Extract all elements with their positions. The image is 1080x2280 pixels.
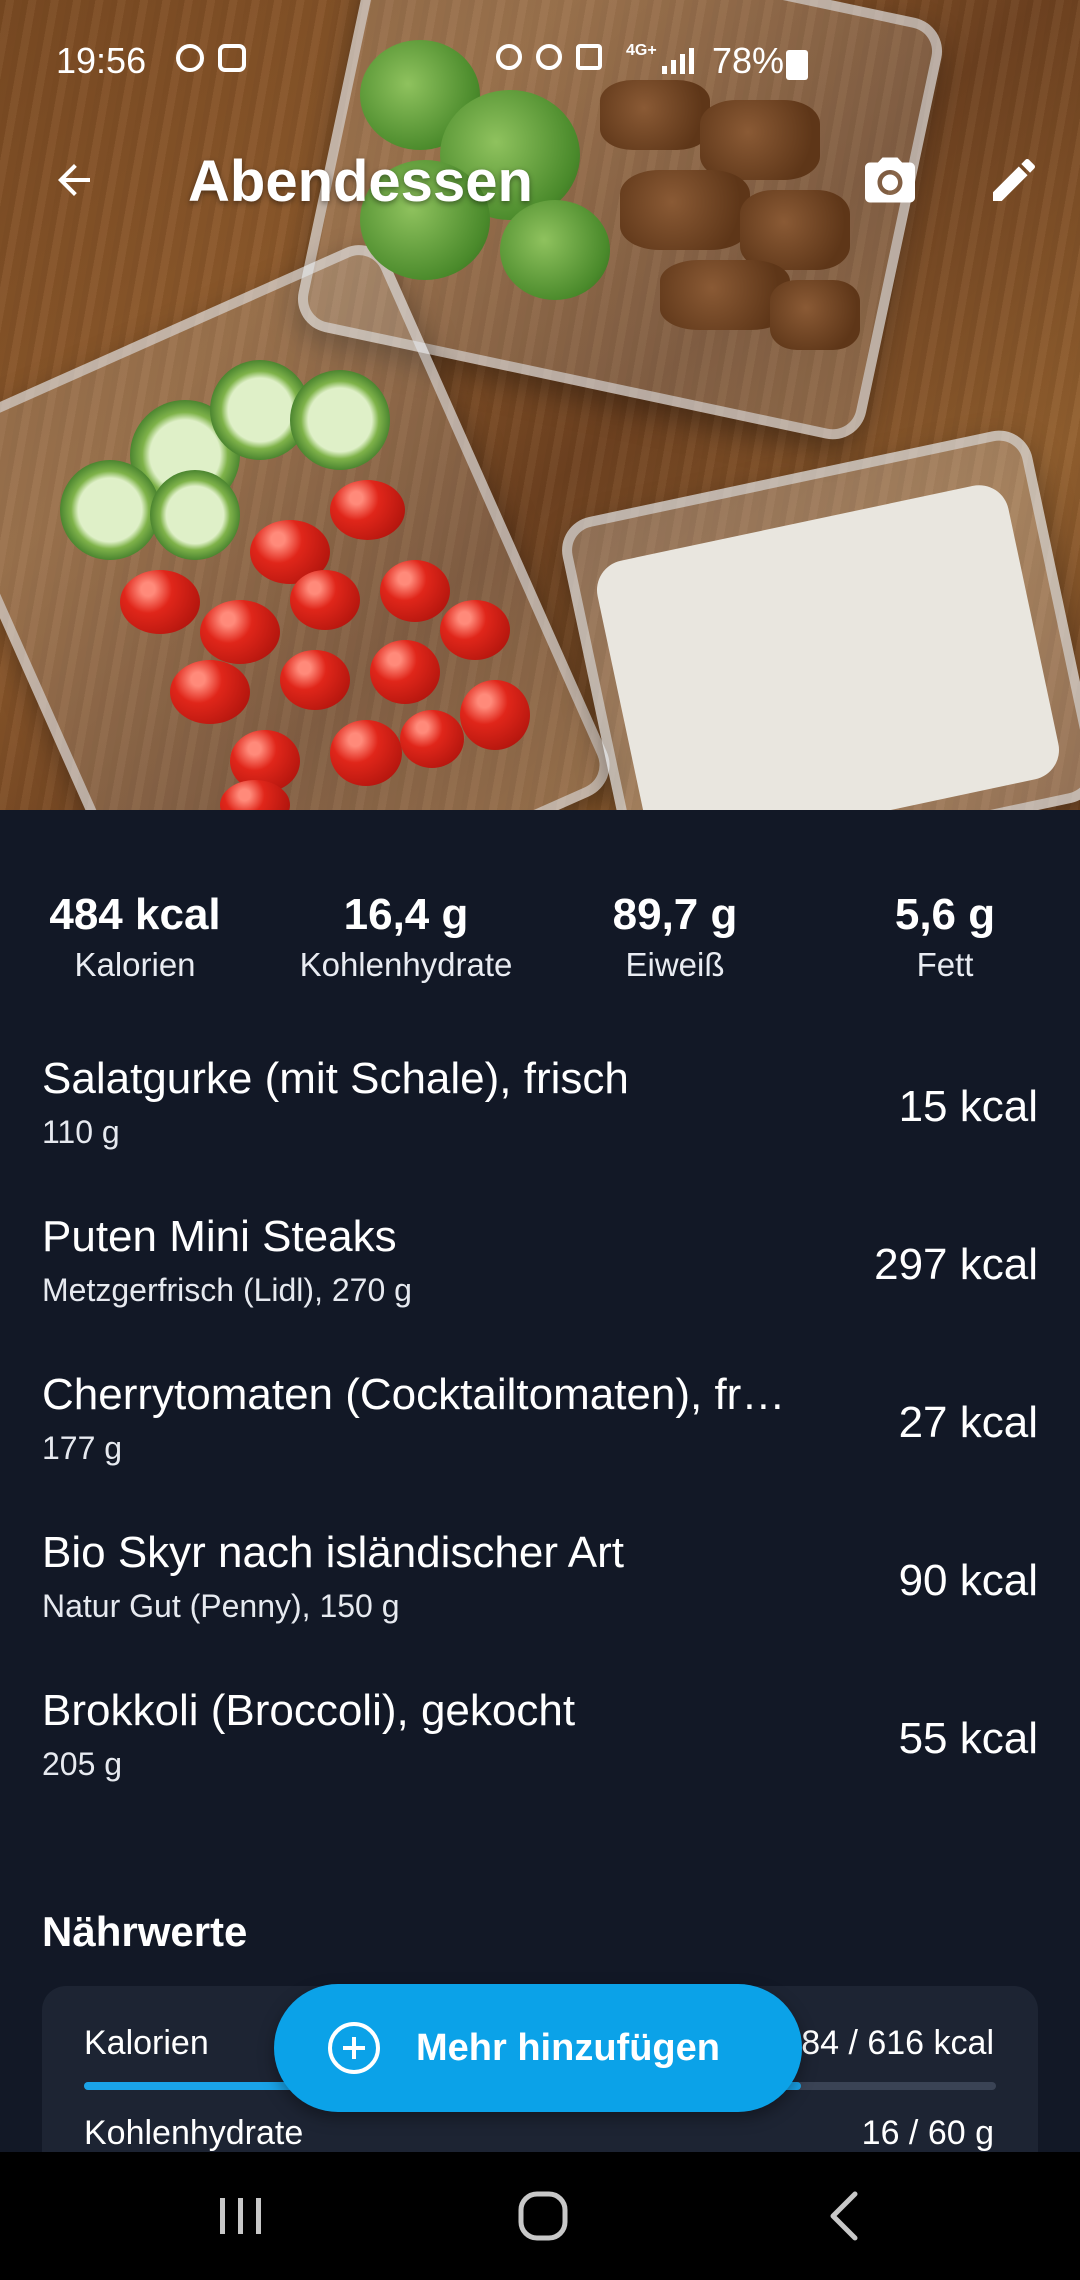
battery-level: 78% [712, 40, 785, 81]
summary-protein: 89,7 g Eiweiß [580, 890, 770, 984]
cucumber-slice [290, 370, 390, 470]
food-item[interactable]: Bio Skyr nach isländischer Art Natur Gut… [0, 1528, 1080, 1686]
home-icon [518, 2191, 568, 2241]
tomato [400, 710, 464, 768]
status-time: 19:56 [56, 40, 147, 81]
recent-apps-button[interactable] [196, 2174, 286, 2258]
section-title-nutrients: Nährwerte [42, 1908, 248, 1955]
tomato [370, 640, 440, 704]
sync-icon [496, 44, 522, 70]
summary-value: 484 kcal [49, 890, 221, 939]
tomato [460, 680, 530, 750]
arrow-back-icon [58, 164, 90, 196]
notification-icons [176, 44, 246, 72]
food-detail: 177 g [42, 1430, 123, 1466]
signal-icon [662, 48, 694, 74]
food-name: Cherrytomaten (Cocktailtomaten), fr… [42, 1370, 786, 1419]
food-name: Puten Mini Steaks [42, 1212, 397, 1261]
tomato [200, 600, 280, 664]
edit-button[interactable] [980, 146, 1048, 214]
summary-label: Fett [916, 946, 974, 983]
summary-label: Kohlenhydrate [299, 946, 513, 983]
cucumber-slice [150, 470, 240, 560]
summary-label: Eiweiß [625, 946, 725, 983]
summary-label: Kalorien [74, 946, 196, 983]
mute-icon [576, 44, 602, 70]
food-item[interactable]: Cherrytomaten (Cocktailtomaten), fr… 177… [0, 1370, 1080, 1528]
food-kcal: 90 kcal [898, 1556, 1038, 1605]
recent-apps-icon [220, 2198, 261, 2234]
app-bar: Abendessen [0, 120, 1080, 240]
nutrient-value: 16 / 60 g [861, 2114, 994, 2152]
summary-fat: 5,6 g Fett [850, 890, 1040, 984]
macro-summary: 484 kcal Kalorien 16,4 g Kohlenhydrate 8… [0, 890, 1080, 1000]
notification-icon [218, 44, 246, 72]
summary-value: 89,7 g [612, 890, 738, 939]
tomato [330, 480, 405, 540]
food-name: Brokkoli (Broccoli), gekocht [42, 1686, 576, 1735]
cucumber-slice [60, 460, 160, 560]
back-button[interactable] [40, 146, 108, 214]
food-name: Salatgurke (mit Schale), frisch [42, 1054, 629, 1103]
nav-back-button[interactable] [800, 2174, 890, 2258]
nutrient-label: Kalorien [84, 2024, 209, 2062]
food-detail: 110 g [42, 1114, 120, 1150]
system-icons [496, 44, 602, 70]
page-title: Abendessen [188, 149, 533, 214]
summary-value: 16,4 g [343, 890, 469, 939]
food-item[interactable]: Salatgurke (mit Schale), frisch 110 g 15… [0, 1054, 1080, 1212]
network-type: 4G+ [626, 42, 657, 59]
alarm-icon [536, 44, 562, 70]
food-kcal: 15 kcal [898, 1082, 1038, 1131]
food-item[interactable]: Puten Mini Steaks Metzgerfrisch (Lidl), … [0, 1212, 1080, 1370]
food-kcal: 297 kcal [874, 1240, 1038, 1289]
battery-icon [786, 50, 808, 80]
tomato [330, 720, 402, 786]
nutrient-label: Kohlenhydrate [84, 2114, 304, 2152]
add-more-label: Mehr hinzufügen [416, 2026, 720, 2069]
tomato [380, 560, 450, 622]
tomato [290, 570, 360, 630]
status-bar: 19:56 4G+ 78% [0, 0, 1080, 120]
tomato [170, 660, 250, 724]
notification-icon [176, 44, 204, 72]
camera-button[interactable] [856, 146, 924, 214]
food-name: Bio Skyr nach isländischer Art [42, 1528, 625, 1577]
summary-calories: 484 kcal Kalorien [40, 890, 230, 984]
food-kcal: 55 kcal [898, 1714, 1038, 1763]
nav-back-icon [830, 2191, 858, 2241]
add-more-button[interactable]: Mehr hinzufügen [274, 1984, 802, 2112]
food-detail: 205 g [42, 1746, 123, 1782]
plus-circle-icon [328, 2022, 380, 2074]
pencil-icon [993, 158, 1036, 201]
summary-carbs: 16,4 g Kohlenhydrate [282, 890, 530, 984]
summary-value: 5,6 g [894, 890, 996, 939]
tomato [120, 570, 200, 634]
food-kcal: 27 kcal [898, 1398, 1038, 1447]
camera-icon [865, 157, 915, 203]
food-item[interactable]: Brokkoli (Broccoli), gekocht 205 g 55 kc… [0, 1686, 1080, 1844]
tomato [280, 650, 350, 710]
food-detail: Metzgerfrisch (Lidl), 270 g [42, 1272, 412, 1308]
nutrient-value: 484 / 616 kcal [782, 2024, 994, 2062]
meat-piece [770, 280, 860, 350]
food-detail: Natur Gut (Penny), 150 g [42, 1588, 400, 1624]
tomato [440, 600, 510, 660]
system-nav-bar [0, 2152, 1080, 2280]
home-button[interactable] [498, 2174, 588, 2258]
